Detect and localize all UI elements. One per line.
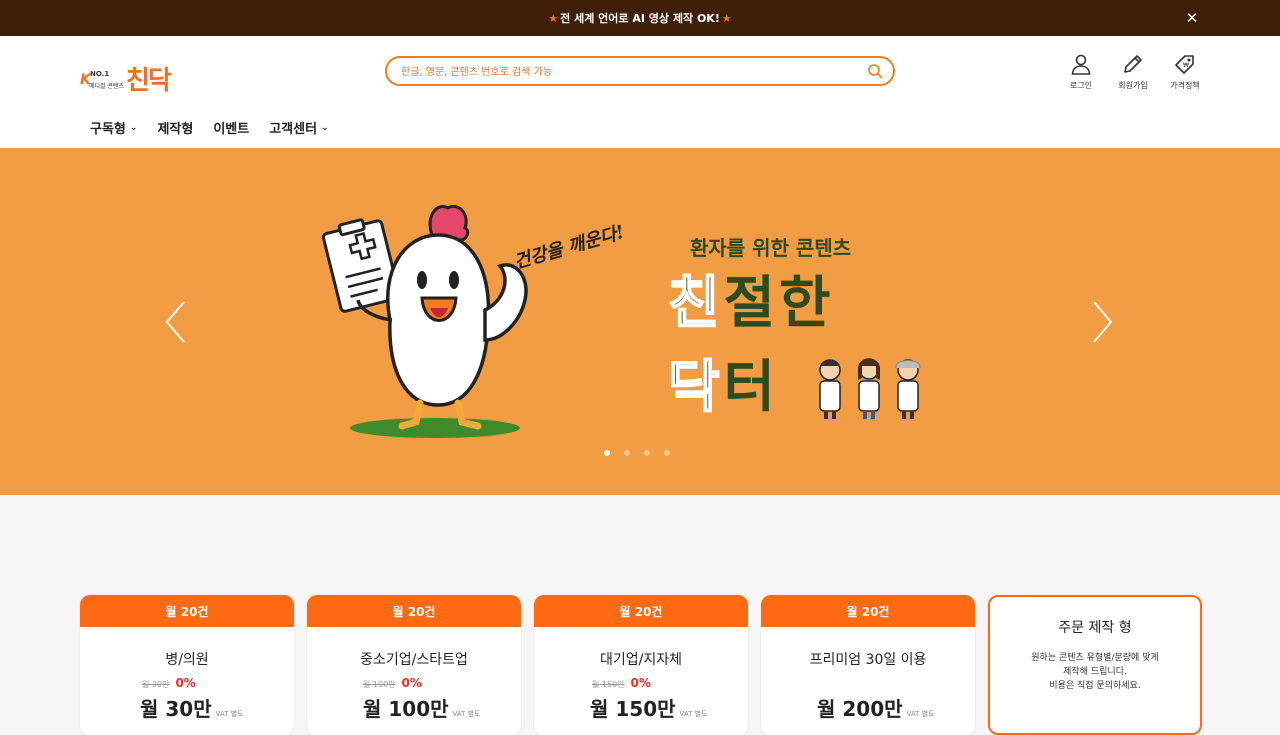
card-desc-line: 제작해 드립니다.: [1063, 667, 1127, 677]
nav-label: 고객센터: [269, 122, 318, 137]
user-icon: [1071, 54, 1091, 75]
card-desc-line: 원하는 콘텐츠 유형별/분량에 맞게: [1031, 653, 1159, 663]
signup-button[interactable]: 회원가입: [1118, 52, 1148, 91]
slider-dot[interactable]: [644, 450, 650, 456]
slider-dot[interactable]: [664, 450, 670, 456]
close-icon[interactable]: ✕: [1182, 8, 1202, 28]
pricing-card-startup[interactable]: 월 20건 중소기업/스타트업 월 100만 0% 월 100만 VAT 별도: [307, 595, 521, 735]
card-price: 월 30만 VAT 별도: [140, 693, 244, 722]
card-vat: VAT 별도: [215, 710, 244, 718]
card-head: 월 20건: [307, 595, 521, 627]
nav-label: 구독형: [90, 122, 126, 137]
card-title: 프리미엄 30일 이용: [809, 652, 927, 668]
card-price-value: 월 200만: [817, 697, 903, 721]
pricing-card-custom-order[interactable]: 주문 제작 형 원하는 콘텐츠 유형별/분량에 맞게 제작해 드립니다. 비용은…: [988, 595, 1202, 735]
card-title: 주문 제작 형: [1058, 620, 1132, 636]
hero-headline-rest: 절한: [723, 271, 835, 336]
pricing-cards: 월 20건 병/의원 월 30만 0% 월 30만 VAT 별도 월 20건 중소기…: [80, 595, 1202, 735]
announcement-bar: ★ 전 세계 언어로 AI 영상 제작 OK! ★ ✕: [0, 0, 1280, 36]
price-tag-icon: ₩: [1175, 55, 1194, 74]
header-actions: 로그인 회원가입 ₩ 가격정책: [1066, 52, 1200, 91]
logo-no1: NO.1: [90, 70, 110, 78]
hero-subtitle: 환자를 위한 콘텐츠: [690, 236, 852, 260]
card-discount: 0%: [630, 676, 651, 690]
site-header: K NO.1 메디컬 콘텐츠 친닥 로그인 회원가입: [0, 36, 1280, 148]
star-icon: ★: [721, 11, 732, 25]
slider-dot[interactable]: [604, 450, 610, 456]
card-vat: VAT 별도: [679, 710, 708, 718]
pricing-card-clinic[interactable]: 월 20건 병/의원 월 30만 0% 월 30만 VAT 별도: [80, 595, 294, 735]
main-nav: 구독형 ⌄ 제작형 이벤트 고객센터 ⌄: [90, 118, 329, 137]
signup-label: 회원가입: [1118, 81, 1148, 90]
card-title: 대기업/지자체: [600, 652, 682, 668]
hero-headline-highlight: 친: [667, 270, 724, 337]
card-discount-row: 월 150만 0%: [592, 676, 651, 690]
card-discount: 0%: [175, 676, 196, 690]
announcement-text: 전 세계 언어로 AI 영상 제작 OK!: [560, 12, 720, 25]
card-price: 월 100만 VAT 별도: [363, 693, 480, 722]
logo-subtext: 메디컬 콘텐츠: [89, 83, 125, 90]
card-discount-row: 월 30만 0%: [142, 676, 196, 690]
card-price-value: 월 150만: [590, 697, 676, 721]
search-icon[interactable]: [867, 63, 883, 79]
next-slide-arrow[interactable]: [1090, 300, 1114, 344]
card-price: 월 150만 VAT 별도: [590, 693, 707, 722]
card-price-value: 월 30만: [140, 697, 212, 721]
login-label: 로그인: [1069, 81, 1093, 90]
chevron-down-icon: ⌄: [321, 122, 329, 133]
card-title: 중소기업/스타트업: [360, 652, 468, 668]
hero-headline-line2: 닥터: [667, 342, 780, 423]
card-discount-row: 월 100만 0%: [363, 676, 422, 690]
hero-headline-highlight: 닥: [667, 354, 724, 421]
card-vat: VAT 별도: [906, 710, 935, 718]
hero-slider: 건강을 깨운다! 환자를 위한 콘텐츠 친절한 닥터: [0, 148, 1280, 495]
card-discount: 0%: [401, 676, 422, 690]
login-button[interactable]: 로그인: [1066, 52, 1096, 91]
chevron-down-icon: ⌄: [129, 122, 138, 133]
nav-label: 제작형: [157, 122, 194, 137]
card-head: 월 20건: [80, 595, 294, 627]
star-icon: ★: [548, 11, 559, 25]
logo-mark: 친닥: [126, 66, 172, 96]
svg-text:₩: ₩: [1183, 62, 1189, 69]
card-old-price: 월 100만: [363, 680, 396, 689]
card-desc-line: 비용은 직접 문의하세요.: [1049, 681, 1141, 691]
nav-production[interactable]: 제작형: [157, 118, 193, 137]
slider-dots: [604, 450, 670, 456]
nav-support[interactable]: 고객센터 ⌄: [269, 118, 328, 137]
pricing-label: 가격정책: [1170, 81, 1200, 90]
card-old-price: 월 150만: [592, 680, 625, 689]
slider-dot[interactable]: [624, 450, 630, 456]
pricing-card-premium[interactable]: 월 20건 프리미엄 30일 이용 월 200만 VAT 별도: [761, 595, 975, 735]
logo[interactable]: K NO.1 메디컬 콘텐츠 친닥: [80, 50, 180, 96]
search-box: [385, 56, 895, 86]
hero-headline-line1: 친절한: [667, 258, 835, 339]
chicken-mascot-illustration: [321, 205, 528, 438]
card-title: 병/의원: [165, 652, 209, 668]
card-head: 월 20건: [761, 595, 975, 627]
search-input[interactable]: [401, 63, 861, 81]
hero-headline-rest: 터: [723, 355, 780, 420]
nav-label: 이벤트: [213, 122, 250, 137]
card-head: 월 20건: [534, 595, 748, 627]
card-vat: VAT 별도: [452, 710, 481, 718]
pencil-icon: [1124, 55, 1142, 73]
card-price: 월 200만 VAT 별도: [817, 693, 934, 722]
prev-slide-arrow[interactable]: [164, 300, 188, 344]
card-old-price: 월 30만: [142, 680, 170, 689]
pricing-card-enterprise[interactable]: 월 20건 대기업/지자체 월 150만 0% 월 150만 VAT 별도: [534, 595, 748, 735]
doctors-illustration: [819, 358, 921, 419]
nav-event[interactable]: 이벤트: [213, 118, 249, 137]
card-price-value: 월 100만: [363, 697, 449, 721]
card-description: 원하는 콘텐츠 유형별/분량에 맞게 제작해 드립니다. 비용은 직접 문의하세…: [990, 651, 1200, 693]
nav-subscription[interactable]: 구독형 ⌄: [90, 118, 137, 137]
pricing-button[interactable]: ₩ 가격정책: [1170, 52, 1200, 91]
